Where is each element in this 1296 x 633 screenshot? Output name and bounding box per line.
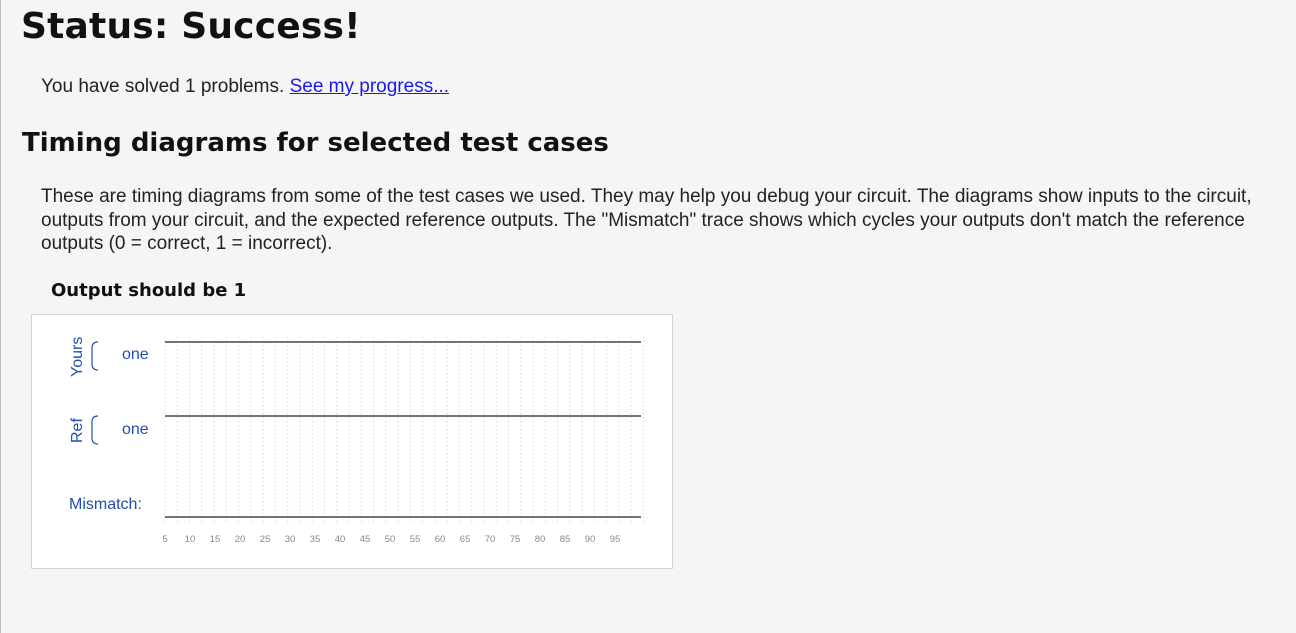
signal-label-mismatch: Mismatch: bbox=[69, 496, 142, 513]
solved-text: You have solved 1 problems. bbox=[41, 76, 290, 97]
bracket-yours bbox=[91, 341, 99, 371]
section-description: These are timing diagrams from some of t… bbox=[41, 186, 1252, 254]
time-tick-label: 75 bbox=[510, 534, 521, 545]
bracket-ref bbox=[91, 415, 99, 445]
time-tick-label: 30 bbox=[285, 534, 296, 545]
status-title: Status: Success! bbox=[21, 6, 361, 47]
time-tick-label: 90 bbox=[585, 534, 596, 545]
time-tick-label: 60 bbox=[435, 534, 446, 545]
timing-diagram: 5 10 15 20 25 30 35 40 45 50 55 60 65 70 75 80 85 90 95 Yo… bbox=[31, 314, 673, 569]
solved-summary: You have solved 1 problems. See my progr… bbox=[41, 76, 449, 98]
section-title: Timing diagrams for selected test cases bbox=[22, 128, 609, 158]
page-left-border bbox=[0, 0, 1, 633]
time-tick-label: 5 bbox=[162, 534, 167, 545]
group-label-yours: Yours bbox=[69, 336, 86, 377]
time-tick-label: 15 bbox=[210, 534, 221, 545]
time-tick-label: 95 bbox=[610, 534, 621, 545]
time-tick-label: 85 bbox=[560, 534, 571, 545]
time-tick-label: 45 bbox=[360, 534, 371, 545]
signal-label-ref-one: one bbox=[122, 421, 149, 438]
time-tick-label: 25 bbox=[260, 534, 271, 545]
time-tick-label: 50 bbox=[385, 534, 396, 545]
see-progress-link[interactable]: See my progress... bbox=[290, 76, 449, 97]
testcase-title: Output should be 1 bbox=[51, 280, 247, 301]
signal-label-yours-one: one bbox=[122, 346, 149, 363]
time-tick-label: 20 bbox=[235, 534, 246, 545]
time-tick-label: 35 bbox=[310, 534, 321, 545]
time-tick-label: 40 bbox=[335, 534, 346, 545]
group-label-ref: Ref bbox=[69, 418, 86, 443]
time-tick-label: 65 bbox=[460, 534, 471, 545]
time-tick-label: 70 bbox=[485, 534, 496, 545]
time-tick-label: 55 bbox=[410, 534, 421, 545]
time-tick-label: 10 bbox=[185, 534, 196, 545]
time-tick-label: 80 bbox=[535, 534, 546, 545]
